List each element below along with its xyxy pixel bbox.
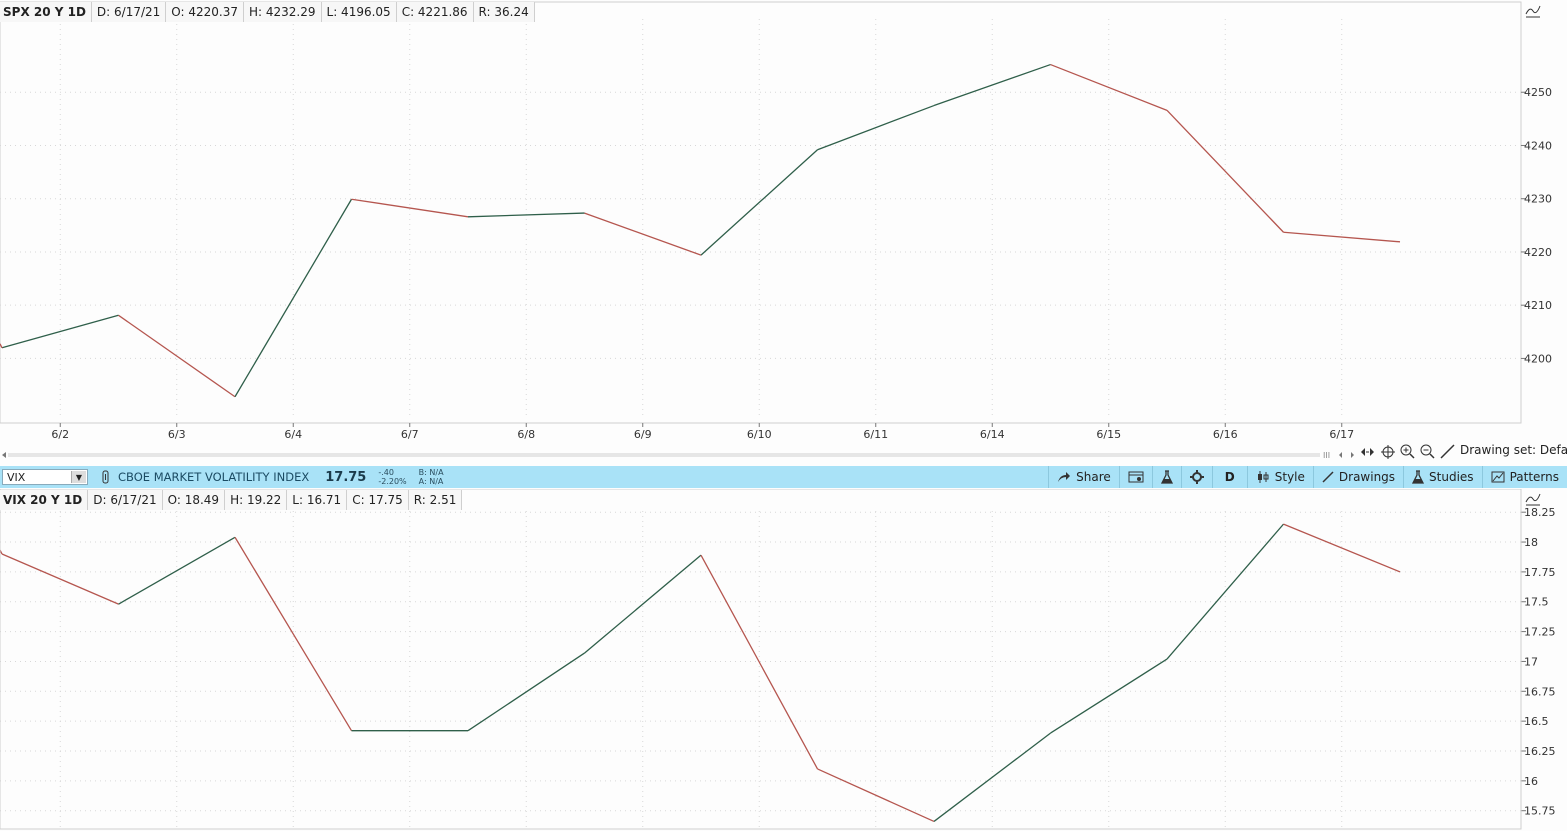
vix-symbol-label[interactable]: VIX 20 Y 1D: [0, 490, 89, 510]
vix-header: VIX 20 Y 1D D: 6/17/21 O: 18.49 H: 19.22…: [0, 490, 463, 510]
link-icon[interactable]: [101, 470, 111, 484]
studies-button[interactable]: Studies: [1403, 466, 1482, 488]
chart-window-icon: [1128, 471, 1144, 483]
spx-xtick-label: 6/10: [747, 428, 772, 441]
net-change: -.40: [378, 468, 394, 477]
studies-label: Studies: [1429, 470, 1474, 484]
flask-icon: [1160, 470, 1173, 484]
vix-date: D: 6/17/21: [88, 490, 163, 510]
spx-ytick-label: 4200: [1524, 352, 1552, 365]
ask: A: N/A: [418, 477, 444, 486]
bid: B: N/A: [418, 468, 444, 477]
spx-xtick-label: 6/4: [284, 428, 302, 441]
time-scrollbar[interactable]: III: [0, 446, 1567, 460]
bid-ask-block: B: N/A A: N/A: [419, 468, 444, 486]
vix-segment: [467, 652, 585, 732]
vix-open: O: 18.49: [162, 490, 226, 510]
spx-ytick-label: 4210: [1524, 299, 1552, 312]
vix-ytick-label: 18.25: [1524, 506, 1556, 519]
zoom-in-icon[interactable]: [1400, 444, 1415, 459]
vix-chart[interactable]: 15.75 16 16.25 16.5 16.75 17 17.25 17.5 17.75 18 1…: [0, 489, 1567, 831]
spx-open: O: 4220.37: [166, 2, 244, 22]
share-label: Share: [1076, 470, 1111, 484]
chart-toolbar: VIX ▼ CBOE MARKET VOLATILITY INDEX 17.75…: [0, 466, 1567, 488]
vix-ytick-label: 16.75: [1524, 685, 1556, 698]
share-icon: [1058, 472, 1071, 482]
vix-ytick-label: 17.5: [1524, 596, 1549, 609]
instrument-name: CBOE MARKET VOLATILITY INDEX: [118, 470, 310, 484]
aggregation-label: D: [1224, 470, 1235, 484]
spx-ytick-label: 4230: [1524, 193, 1552, 206]
last-price: 17.75: [325, 469, 367, 485]
vix-range: R: 2.51: [408, 490, 463, 510]
vix-segment: [118, 536, 236, 605]
spx-xtick-label: 6/15: [1096, 428, 1121, 441]
spx-xtick-label: 6/7: [401, 428, 419, 441]
aggregation-button[interactable]: D: [1211, 466, 1247, 488]
vix-ytick-label: 16.25: [1524, 745, 1556, 758]
spx-date: D: 6/17/21: [91, 2, 167, 22]
spx-header: SPX 20 Y 1D D: 6/17/21 O: 4220.37 H: 423…: [0, 2, 535, 22]
symbol-input-value: VIX: [7, 470, 26, 484]
share-button[interactable]: Share: [1048, 466, 1119, 488]
gear-icon: [1189, 470, 1204, 484]
crosshair-icon[interactable]: [1381, 444, 1395, 459]
svg-text:III: III: [1323, 451, 1330, 460]
spx-ytick-label: 4220: [1524, 246, 1552, 259]
spx-xtick-label: 6/3: [168, 428, 186, 441]
scroll-left-icon: [2, 452, 6, 458]
spx-ytick-label: 4240: [1524, 139, 1552, 152]
spx-ytick-label: 4250: [1524, 86, 1552, 99]
symbol-input[interactable]: VIX ▼: [2, 469, 88, 485]
spx-xtick-label: 6/2: [51, 428, 69, 441]
vix-segment: [1166, 523, 1284, 660]
vix-segment: [584, 554, 702, 654]
chevron-down-icon[interactable]: ▼: [71, 471, 86, 483]
spx-xtick-label: 6/11: [863, 428, 888, 441]
spx-close: C: 4221.86: [396, 2, 474, 22]
drawing-set-label[interactable]: Drawing set: Defau: [1460, 443, 1567, 457]
spx-studies-icon[interactable]: [1524, 3, 1542, 19]
settings-button[interactable]: [1180, 466, 1212, 488]
spx-symbol-label[interactable]: SPX 20 Y 1D: [0, 2, 92, 22]
spx-xtick-label: 6/16: [1213, 428, 1238, 441]
vix-high: H: 19.22: [225, 490, 288, 510]
draw-line-icon[interactable]: [1440, 444, 1455, 459]
spx-chart[interactable]: 4200 4210 4220 4230 4240 4250 6/2 6/3 6/4 6/7 6/8…: [0, 0, 1567, 446]
vix-close: C: 17.75: [347, 490, 409, 510]
vix-ytick-label: 18: [1524, 536, 1538, 549]
vix-ytick-label: 17: [1524, 655, 1538, 668]
vix-low: L: 16.71: [287, 490, 348, 510]
vix-ytick-label: 16: [1524, 775, 1538, 788]
drawings-label: Drawings: [1338, 470, 1396, 484]
net-change-block: -.40 -2.20%: [378, 468, 406, 486]
spx-xtick-label: 6/17: [1329, 428, 1354, 441]
spx-high: H: 4232.29: [244, 2, 322, 22]
spx-low: L: 4196.05: [321, 2, 397, 22]
patterns-label: Patterns: [1509, 470, 1559, 484]
vix-ytick-label: 15.75: [1524, 805, 1556, 818]
spx-xtick-label: 6/9: [634, 428, 652, 441]
expand-icon[interactable]: [1360, 444, 1375, 458]
zoom-out-icon[interactable]: [1420, 444, 1435, 459]
vix-ytick-label: 16.5: [1524, 715, 1549, 728]
candlestick-icon: [1257, 471, 1269, 483]
patterns-icon: [1491, 471, 1505, 483]
pencil-line-icon: [1322, 471, 1334, 483]
flask-icon: [1412, 470, 1425, 484]
studies-lab-button[interactable]: [1151, 466, 1181, 488]
style-label: Style: [1274, 470, 1305, 484]
style-button[interactable]: Style: [1246, 466, 1313, 488]
vix-studies-icon[interactable]: [1524, 491, 1542, 507]
pct-change: -2.20%: [378, 477, 407, 486]
patterns-button[interactable]: Patterns: [1481, 466, 1567, 488]
spx-xtick-label: 6/8: [517, 428, 535, 441]
chart-settings-button[interactable]: [1118, 466, 1152, 488]
vix-ytick-label: 17.75: [1524, 566, 1556, 579]
drawings-button[interactable]: Drawings: [1312, 466, 1403, 488]
spx-range: R: 36.24: [473, 2, 535, 22]
vix-ytick-label: 17.25: [1524, 626, 1556, 639]
spx-xtick-label: 6/14: [980, 428, 1005, 441]
